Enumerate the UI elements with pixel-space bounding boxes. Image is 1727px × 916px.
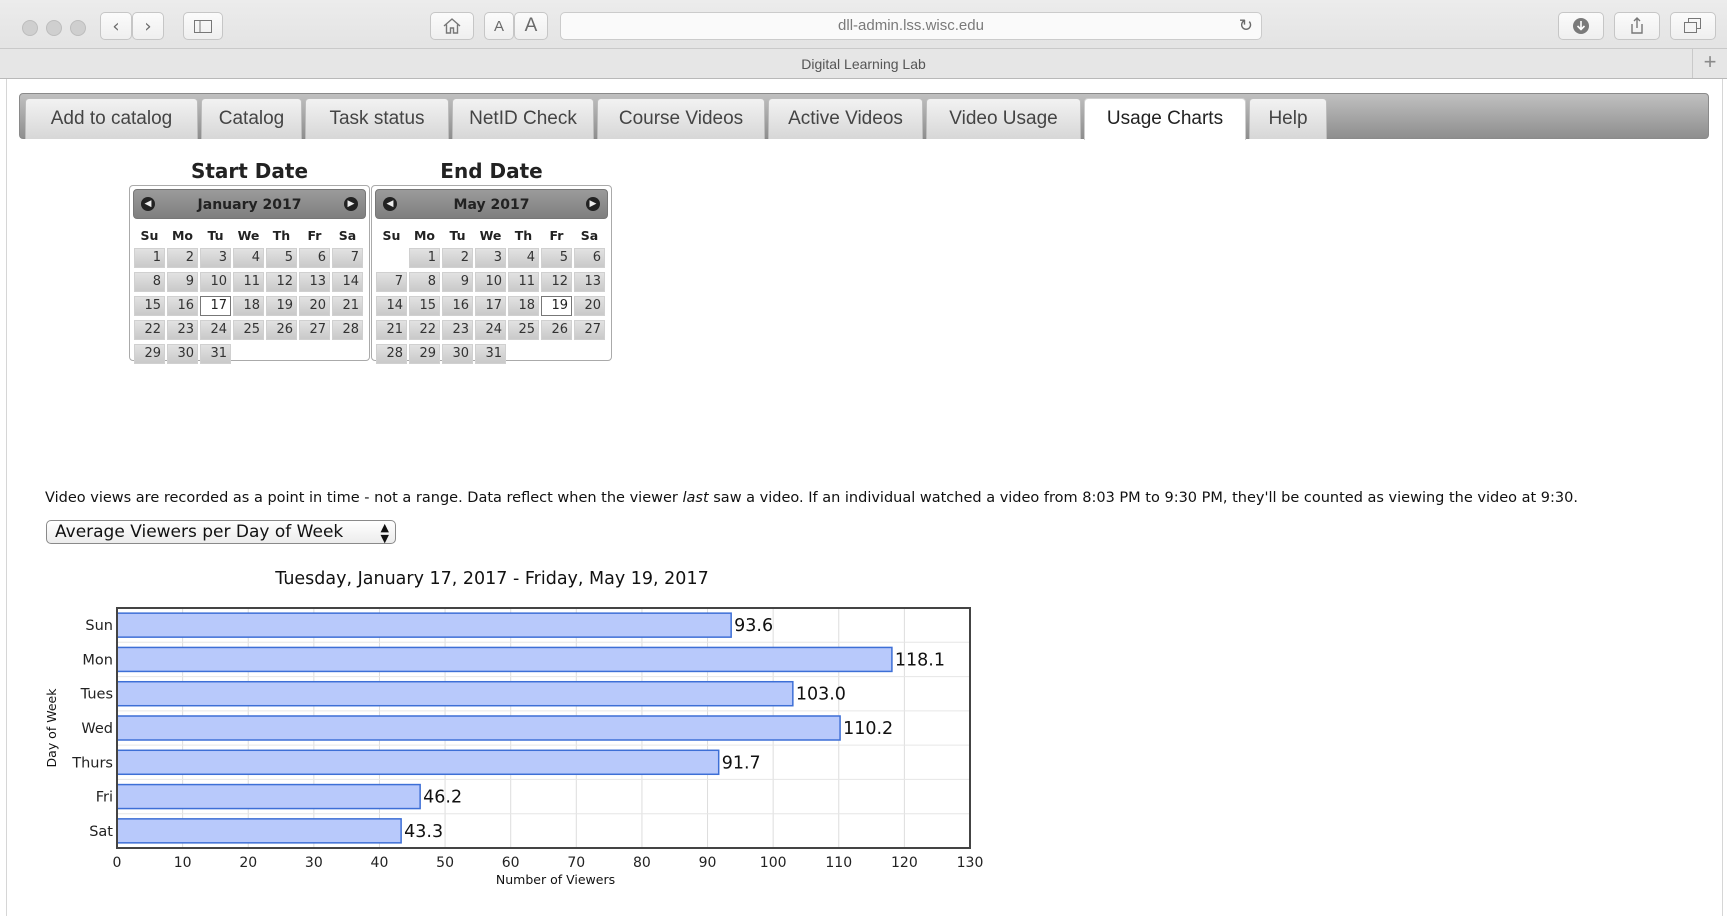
browser-tab-title[interactable]: Digital Learning Lab	[0, 48, 1727, 78]
tabs-overview-button[interactable]	[1670, 12, 1716, 40]
x-tick-label: 60	[502, 855, 520, 871]
x-tick-label: 100	[760, 855, 787, 871]
share-button[interactable]	[1614, 12, 1660, 40]
x-tick-label: 80	[633, 855, 651, 871]
downloads-button[interactable]	[1558, 12, 1604, 40]
sidebar-icon	[194, 19, 212, 33]
bar-thurs	[116, 749, 720, 776]
x-tick-label: 0	[113, 855, 122, 871]
reload-icon[interactable]: ↻	[1239, 13, 1253, 39]
smaller-text-button[interactable]: A	[484, 12, 514, 40]
bar-wed	[116, 715, 841, 741]
chevron-left-icon: ‹	[112, 15, 120, 37]
bar-sat	[116, 818, 402, 844]
tab-help[interactable]: Help	[1249, 98, 1327, 139]
x-tick-label: 30	[305, 855, 323, 871]
x-axis-label: Number of Viewers	[496, 872, 615, 887]
tab-usage-charts[interactable]: Usage Charts	[1084, 98, 1246, 140]
y-tick-label: Tues	[80, 687, 113, 703]
x-tick-label: 20	[239, 855, 257, 871]
y-tick-label: Mon	[82, 652, 113, 668]
minimize-window-button[interactable]	[46, 20, 62, 36]
y-tick-label: Sun	[85, 618, 113, 634]
bar-mon	[116, 646, 893, 673]
data-label: 118.1	[895, 650, 945, 670]
data-label: 43.3	[404, 822, 443, 842]
x-tick-label: 90	[699, 855, 717, 871]
forward-button[interactable]: ›	[132, 12, 164, 40]
x-tick-label: 70	[567, 855, 585, 871]
close-window-button[interactable]	[22, 20, 38, 36]
bar-tues	[116, 680, 794, 707]
y-axis-label: Day of Week	[44, 688, 59, 768]
browser-toolbar: ‹ › A A dll-admin.lss.wisc.edu ↻ Digital…	[0, 0, 1727, 79]
larger-text-button[interactable]: A	[514, 12, 548, 40]
y-tick-label: Wed	[81, 721, 113, 737]
url-text: dll-admin.lss.wisc.edu	[838, 17, 984, 34]
page-content: Add to catalog Catalog Task status NetID…	[6, 79, 1723, 916]
bar-fri	[116, 783, 421, 810]
back-button[interactable]: ‹	[100, 12, 132, 40]
y-tick-label: Fri	[96, 790, 113, 806]
home-icon	[443, 18, 461, 34]
data-label: 46.2	[423, 788, 462, 808]
bar-sun	[116, 612, 732, 638]
data-label: 91.7	[722, 753, 761, 773]
y-tick-label: Thurs	[71, 755, 113, 771]
chevron-right-icon: ›	[144, 15, 152, 37]
x-tick-label: 130	[957, 855, 984, 871]
download-icon	[1573, 18, 1589, 34]
x-tick-label: 50	[436, 855, 454, 871]
x-tick-label: 120	[891, 855, 918, 871]
zoom-window-button[interactable]	[70, 20, 86, 36]
x-tick-label: 10	[174, 855, 192, 871]
tabs-icon	[1684, 18, 1701, 33]
data-label: 93.6	[734, 616, 773, 636]
share-icon	[1631, 17, 1643, 34]
y-tick-label: Sat	[89, 824, 113, 840]
x-tick-label: 110	[825, 855, 852, 871]
new-tab-button[interactable]: +	[1692, 48, 1727, 78]
x-tick-label: 40	[371, 855, 389, 871]
sidebar-button[interactable]	[183, 12, 223, 40]
data-label: 103.0	[796, 685, 846, 705]
data-label: 110.2	[843, 719, 893, 739]
home-button[interactable]	[430, 12, 474, 40]
bar-chart: 0 10 20 30 40 50 60 70 80 90 100 110 120 130 93.6 Sun 11…	[44, 607, 984, 887]
address-bar[interactable]: dll-admin.lss.wisc.edu ↻	[560, 12, 1262, 40]
